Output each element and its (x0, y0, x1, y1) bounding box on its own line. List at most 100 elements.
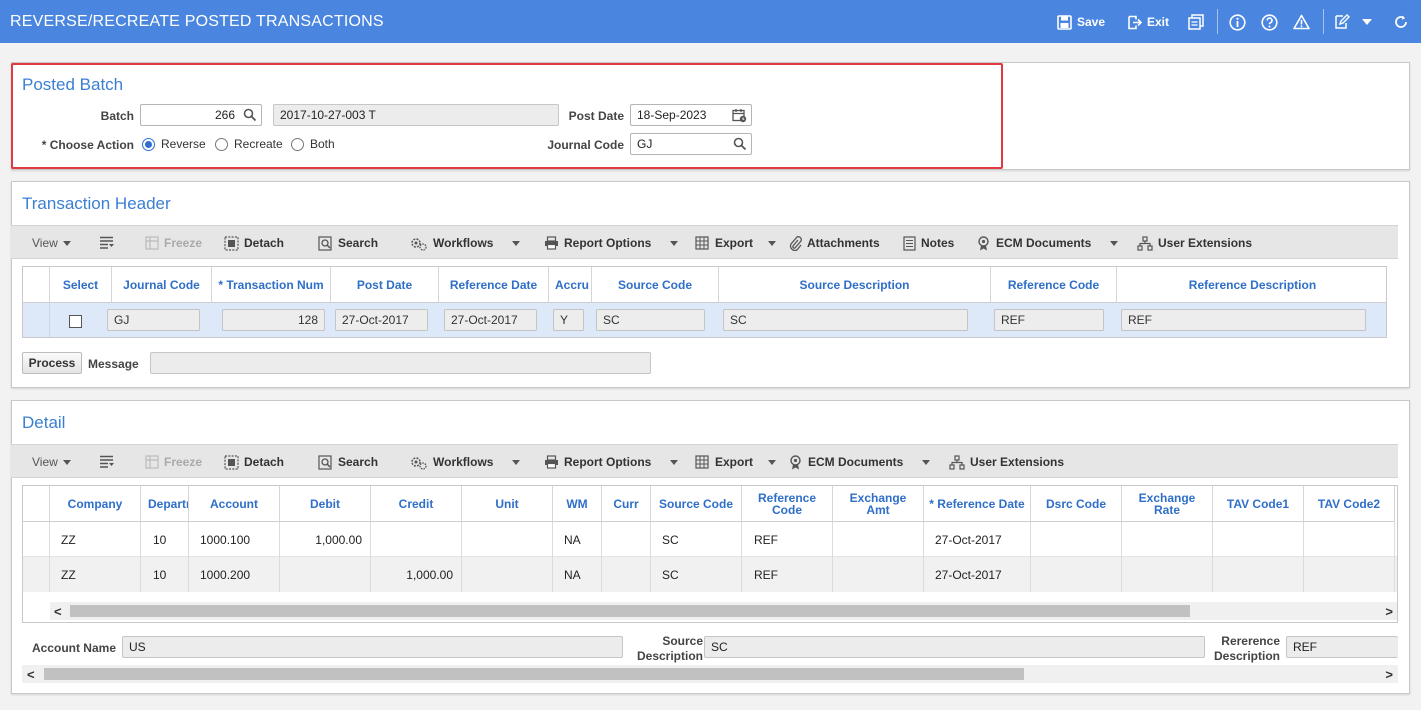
column-header[interactable]: Dsrc Code (1031, 486, 1122, 522)
table-row[interactable]: ZZ 10 1000.100 1,000.00 NA SC REF 27-Oct… (23, 522, 1397, 557)
exchange-rate-cell[interactable] (1122, 557, 1213, 592)
column-header[interactable]: Accru (549, 267, 592, 303)
debit-cell[interactable]: 1,000.00 (280, 522, 371, 557)
scrollbar-thumb[interactable] (70, 605, 1190, 617)
info-button[interactable] (1229, 13, 1246, 31)
company-cell[interactable]: ZZ (50, 557, 141, 592)
column-header[interactable]: TAV Code2 (1304, 486, 1395, 522)
source-code-cell[interactable]: SC (651, 522, 742, 557)
freeze-button[interactable]: Freeze (145, 226, 202, 260)
scroll-right-icon[interactable]: > (1385, 604, 1393, 619)
notes-button[interactable]: Notes (903, 226, 954, 260)
view-menu[interactable]: View (32, 226, 71, 260)
scroll-left-icon[interactable]: < (27, 667, 35, 682)
transaction-num-cell[interactable]: 128 (222, 309, 325, 331)
column-header[interactable]: Credit (371, 486, 462, 522)
column-header[interactable]: Reference Code (991, 267, 1117, 303)
search-icon[interactable] (243, 108, 257, 122)
scrollbar-thumb[interactable] (44, 668, 1024, 680)
journal-code-input[interactable]: GJ (630, 133, 752, 155)
batch-input[interactable]: 266 (140, 104, 262, 126)
column-header[interactable]: Source Code (592, 267, 719, 303)
attachments-button[interactable]: Attachments (789, 226, 880, 260)
column-header[interactable]: * Reference Date (924, 486, 1031, 522)
reference-date-cell[interactable]: 27-Oct-2017 (924, 557, 1031, 592)
filter-button[interactable] (99, 445, 115, 479)
exit-button[interactable]: Exit (1127, 13, 1169, 31)
tav-code1-cell[interactable] (1213, 522, 1304, 557)
detail-panel-scrollbar[interactable]: < > (22, 665, 1398, 683)
tav-code1-cell[interactable] (1213, 557, 1304, 592)
source-code-cell[interactable]: SC (651, 557, 742, 592)
wm-cell[interactable]: NA (553, 557, 602, 592)
reference-description-cell[interactable]: REF (1121, 309, 1366, 331)
export-menu[interactable]: Export (695, 226, 777, 260)
wm-cell[interactable]: NA (553, 522, 602, 557)
column-header[interactable]: * Transaction Num (212, 267, 331, 303)
reference-date-cell[interactable]: 27-Oct-2017 (444, 309, 537, 331)
credit-cell[interactable]: 1,000.00 (371, 557, 462, 592)
warning-button[interactable] (1293, 13, 1310, 31)
account-cell[interactable]: 1000.200 (189, 557, 280, 592)
unit-cell[interactable] (462, 557, 553, 592)
column-header[interactable]: Debit (280, 486, 371, 522)
column-header[interactable]: Reference Description (1117, 267, 1386, 303)
detach-button[interactable]: Detach (224, 445, 284, 479)
workflows-menu[interactable]: Workflows (410, 445, 521, 479)
department-cell[interactable]: 10 (141, 522, 189, 557)
detach-button[interactable]: Detach (224, 226, 284, 260)
copy-screen-button[interactable] (1188, 13, 1204, 31)
unit-cell[interactable] (462, 522, 553, 557)
refresh-button[interactable] (1393, 13, 1409, 31)
journal-code-cell[interactable]: GJ (107, 309, 200, 331)
user-extensions-button[interactable]: User Extensions (949, 445, 1064, 479)
reference-date-cell[interactable]: 27-Oct-2017 (924, 522, 1031, 557)
accrual-cell[interactable]: Y (553, 309, 584, 331)
detail-grid-scrollbar[interactable]: < > (50, 602, 1397, 620)
column-header[interactable]: TAV Code1 (1213, 486, 1304, 522)
column-header[interactable]: Select (50, 267, 112, 303)
help-button[interactable] (1261, 13, 1278, 31)
search-button[interactable]: Search (318, 445, 378, 479)
reverse-radio[interactable]: Reverse (142, 137, 206, 151)
scroll-left-icon[interactable]: < (54, 604, 62, 619)
column-header[interactable]: Curr (602, 486, 651, 522)
column-header[interactable]: Source Code (651, 486, 742, 522)
account-cell[interactable]: 1000.100 (189, 522, 280, 557)
column-header[interactable]: Unit (462, 486, 553, 522)
post-date-cell[interactable]: 27-Oct-2017 (335, 309, 428, 331)
currency-cell[interactable] (602, 557, 651, 592)
column-header[interactable]: Exchange Amt (833, 486, 924, 522)
column-header[interactable]: WM (553, 486, 602, 522)
recreate-radio[interactable]: Recreate (215, 137, 283, 151)
credit-cell[interactable] (371, 522, 462, 557)
exchange-amt-cell[interactable] (833, 557, 924, 592)
column-header[interactable]: Company (50, 486, 141, 522)
table-row[interactable]: GJ 128 27-Oct-2017 27-Oct-2017 Y SC SC R… (23, 303, 1386, 337)
exchange-rate-cell[interactable] (1122, 522, 1213, 557)
table-row[interactable]: ZZ 10 1000.200 1,000.00 NA SC REF 27-Oct… (23, 557, 1397, 592)
column-header[interactable]: Journal Code (112, 267, 212, 303)
column-header[interactable]: Reference Date (439, 267, 549, 303)
source-description-cell[interactable]: SC (723, 309, 968, 331)
reference-code-cell[interactable]: REF (742, 557, 833, 592)
report-options-menu[interactable]: Report Options (544, 226, 679, 260)
tav-code2-cell[interactable] (1304, 522, 1395, 557)
export-menu[interactable]: Export (695, 445, 777, 479)
freeze-button[interactable]: Freeze (145, 445, 202, 479)
post-date-input[interactable]: 18-Sep-2023 (630, 104, 752, 126)
debit-cell[interactable] (280, 557, 371, 592)
currency-cell[interactable] (602, 522, 651, 557)
report-options-menu[interactable]: Report Options (544, 445, 679, 479)
column-header[interactable]: Reference Code (742, 486, 833, 522)
column-header[interactable]: Departr (141, 486, 189, 522)
department-cell[interactable]: 10 (141, 557, 189, 592)
column-header[interactable]: Source Description (719, 267, 991, 303)
column-header[interactable]: Post Date (331, 267, 439, 303)
tav-code2-cell[interactable] (1304, 557, 1395, 592)
column-header[interactable]: Exchange Rate (1122, 486, 1213, 522)
ecm-documents-menu[interactable]: ECM Documents (976, 226, 1119, 260)
dsrc-code-cell[interactable] (1031, 557, 1122, 592)
scroll-right-icon[interactable]: > (1385, 667, 1393, 682)
view-menu[interactable]: View (32, 445, 71, 479)
